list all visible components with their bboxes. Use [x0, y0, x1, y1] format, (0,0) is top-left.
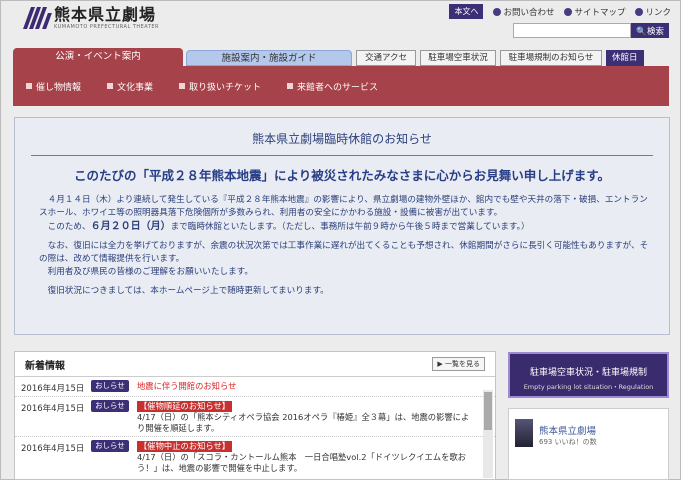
- site-title: 熊本県立劇場: [54, 5, 157, 24]
- tab-closed-days[interactable]: 休館日: [606, 50, 644, 66]
- bullet-icon: [287, 83, 294, 89]
- subnav-item-culture[interactable]: 文化事業: [107, 80, 153, 93]
- subnav-item-tickets[interactable]: 取り扱いチケット: [179, 80, 261, 93]
- news-date: 2016年4月15日: [21, 384, 85, 394]
- notice-paragraph-2: このため、６月２０日（月）まで臨時休館といたします。（ただし、事務所は午前９時か…: [39, 221, 530, 232]
- english-link[interactable]: 本文へ: [449, 4, 484, 19]
- news-scrollbar[interactable]: [483, 390, 493, 478]
- site-subtitle: KUMAMOTO PREFECTURAL THEATER: [54, 24, 160, 30]
- sub-nav: 催し物情報 文化事業 取り扱いチケット 来館者へのサービス: [13, 66, 669, 106]
- news-link[interactable]: 4/17（日）の「スコラ・カントールム熊本 一日合唱塾vol.2「ドイツレクイエ…: [137, 452, 466, 473]
- sitemap-link[interactable]: サイトマップ: [564, 6, 625, 18]
- parking-banner-title: 駐車場空車状況・駐車場規制: [529, 368, 647, 378]
- notice-paragraph-4: 利用者及び県民の皆様のご理解をお願いいたします。: [39, 267, 253, 277]
- tab-access[interactable]: 交通アクセス: [356, 50, 416, 77]
- contact-icon: [493, 7, 502, 16]
- subnav-item-services[interactable]: 来館者へのサービス: [287, 80, 378, 93]
- search-input[interactable]: [513, 23, 632, 38]
- news-badge: おしらせ: [91, 380, 129, 392]
- top-links: 本文へ お問い合わせ サイトマップ リンク: [449, 4, 671, 19]
- notice-headline: このたびの「平成２８年熊本地震」により被災されたみなさまに心からお見舞い申し上げ…: [73, 168, 610, 183]
- news-tag: 【催物中止のお知らせ】: [137, 441, 233, 452]
- tab-facilities[interactable]: 施設案内・施設ガイド: [186, 50, 352, 66]
- search-button[interactable]: 🔍検索: [631, 23, 669, 38]
- notice-body: ４月１４日（木）より連続して発生している『平成２８年熊本地震』の影響により、県立…: [31, 194, 653, 298]
- sitemap-icon: [564, 7, 573, 16]
- reopen-date: ６月２０日（月）: [90, 221, 171, 232]
- news-link[interactable]: 4/17（日）の「熊本シティオペラ協会 2016オペラ『椿姫』全３幕」は、地震の…: [137, 412, 469, 433]
- news-panel: 新着情報 ▶ 一覧を見る 2016年4月15日 おしらせ 地震に伴う開館のお知ら…: [14, 351, 496, 480]
- news-item: 2016年4月15日 おしらせ 【催物順延のお知らせ】 4/17（日）の「熊本シテ…: [15, 397, 495, 437]
- bullet-icon: [107, 83, 114, 89]
- news-badge: おしらせ: [91, 440, 129, 452]
- tab-parking[interactable]: 駐車場空車状況: [420, 50, 496, 66]
- closure-notice: 熊本県立劇場臨時休館のお知らせ このたびの「平成２８年熊本地震」により被災された…: [14, 117, 670, 335]
- news-more-button[interactable]: ▶ 一覧を見る: [432, 357, 485, 371]
- notice-paragraph-5: 復旧状況につきましては、本ホームページ上で随時更新してまいります。: [39, 286, 329, 296]
- news-tag: 【催物順延のお知らせ】: [137, 401, 233, 412]
- site-logo[interactable]: 熊本県立劇場 KUMAMOTO PREFECTURAL THEATER: [22, 5, 160, 31]
- contact-link[interactable]: お問い合わせ: [493, 6, 554, 18]
- bullet-icon: [179, 83, 186, 89]
- facebook-likes: 693 いいね！の数: [539, 438, 597, 446]
- facebook-page-name[interactable]: 熊本県立劇場: [539, 423, 596, 437]
- news-title: 新着情報: [25, 360, 65, 372]
- news-scrollbar-thumb[interactable]: [484, 392, 492, 430]
- search-bar: 🔍検索: [513, 23, 669, 38]
- logo-mark-icon: [22, 5, 52, 31]
- parking-banner-subtitle: Empty parking lot situation・Regulation: [523, 383, 654, 391]
- links-icon: [635, 7, 644, 16]
- notice-title: 熊本県立劇場臨時休館のお知らせ: [31, 130, 653, 156]
- news-date: 2016年4月15日: [21, 404, 85, 414]
- notice-paragraph-3: なお、復旧には全力を挙げておりますが、余震の状況次第では工事作業に遅れが出てくる…: [39, 241, 649, 264]
- tab-parking-rules[interactable]: 駐車場規制のお知らせ: [500, 50, 602, 66]
- parking-banner[interactable]: 駐車場空車状況・駐車場規制 Empty parking lot situatio…: [508, 352, 669, 398]
- news-item: 2016年4月15日 おしらせ 地震に伴う開館のお知らせ: [15, 377, 495, 397]
- news-badge: おしらせ: [91, 400, 129, 412]
- news-date: 2016年4月15日: [21, 444, 85, 454]
- main-nav: 公演・イベント案内 施設案内・施設ガイド 交通アクセス 駐車場空車状況 駐車場規…: [13, 48, 644, 77]
- links-link[interactable]: リンク: [635, 6, 671, 18]
- facebook-page-image[interactable]: [515, 419, 533, 447]
- notice-paragraph-1: ４月１４日（木）より連続して発生している『平成２８年熊本地震』の影響により、県立…: [39, 195, 648, 218]
- news-header: 新着情報 ▶ 一覧を見る: [15, 352, 495, 377]
- facebook-widget: 熊本県立劇場 693 いいね！の数: [508, 408, 669, 480]
- news-link[interactable]: 地震に伴う開館のお知らせ: [137, 381, 236, 391]
- subnav-item-events[interactable]: 催し物情報: [26, 80, 81, 93]
- bullet-icon: [26, 83, 32, 89]
- tab-events[interactable]: 公演・イベント案内: [13, 48, 183, 66]
- news-item: 2016年4月15日 おしらせ 【催物中止のお知らせ】 4/17（日）の「スコラ・…: [15, 437, 495, 479]
